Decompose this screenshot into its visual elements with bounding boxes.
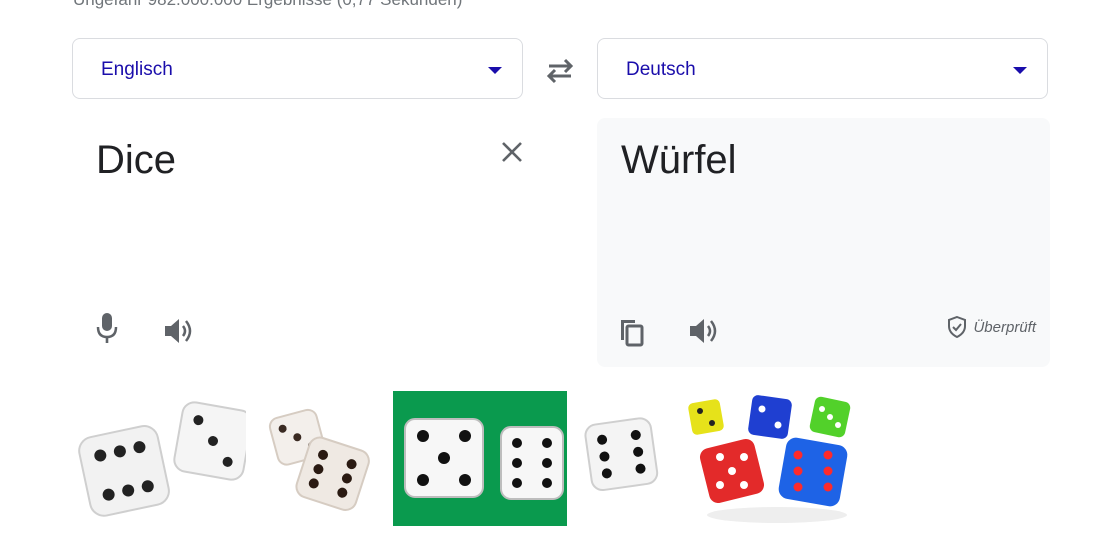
speaker-icon[interactable] [687, 316, 719, 346]
source-text-panel[interactable]: Dice [72, 118, 525, 367]
copy-icon[interactable] [616, 316, 646, 348]
target-language-label: Deutsch [626, 59, 696, 80]
dice-image-1[interactable] [73, 391, 246, 526]
swap-languages-icon[interactable] [543, 56, 577, 84]
source-text[interactable]: Dice [96, 138, 176, 183]
shield-check-icon [948, 316, 967, 338]
chevron-down-icon [1013, 67, 1027, 74]
dice-image-2[interactable] [263, 391, 373, 526]
verified-badge: Überprüft [947, 316, 1036, 338]
target-language-select[interactable]: Deutsch [597, 38, 1048, 99]
translation-panel: Würfel Überprüft [597, 118, 1050, 367]
result-stats: Ungefähr 982.000.000 Ergebnisse (0,77 Se… [73, 0, 462, 10]
dice-image-3[interactable] [393, 391, 567, 526]
dice-image-5[interactable] [682, 391, 856, 526]
translated-text: Würfel [621, 138, 737, 182]
speaker-icon[interactable] [162, 316, 194, 346]
verified-label: Überprüft [973, 318, 1036, 336]
source-language-select[interactable]: Englisch [72, 38, 523, 99]
dice-image-4[interactable] [581, 391, 666, 526]
chevron-down-icon [488, 67, 502, 74]
close-icon[interactable] [500, 140, 524, 164]
microphone-icon[interactable] [95, 311, 119, 347]
source-language-label: Englisch [101, 59, 173, 80]
